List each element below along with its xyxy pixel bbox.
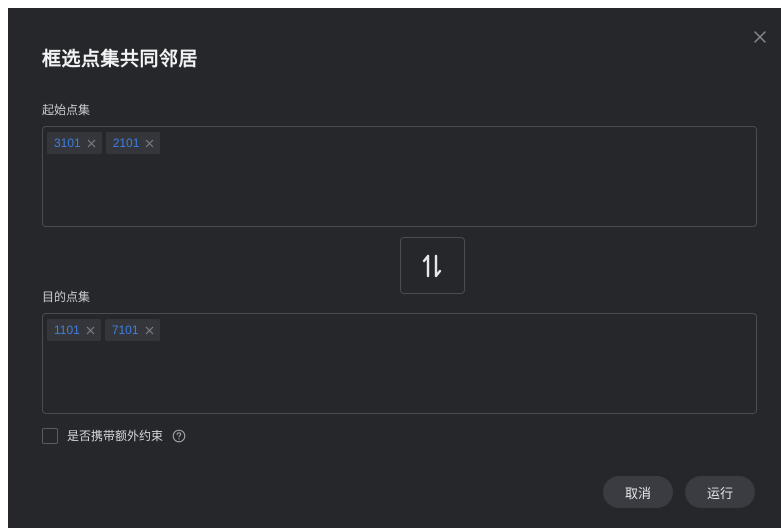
tag-label: 7101 <box>111 323 139 337</box>
tag: 2101 <box>105 132 161 154</box>
dialog: 框选点集共同邻居 起始点集 3101 2101 目的点集 1101 7101 是… <box>8 8 781 528</box>
swap-sets-button[interactable] <box>400 237 465 294</box>
source-set-label: 起始点集 <box>42 103 91 117</box>
dialog-title: 框选点集共同邻居 <box>42 48 199 70</box>
target-set-input[interactable]: 1101 7101 <box>42 313 757 414</box>
tag: 1101 <box>47 319 101 341</box>
extra-constraint-checkbox[interactable] <box>42 427 58 444</box>
tag-remove-icon[interactable] <box>87 139 96 148</box>
tag-label: 3101 <box>54 136 81 150</box>
extra-constraint-label: 是否携带额外约束 <box>67 429 164 443</box>
extra-constraint-row: 是否携带额外约束 <box>42 427 186 444</box>
tag: 3101 <box>47 132 102 154</box>
target-set-label: 目的点集 <box>42 290 91 304</box>
run-button[interactable]: 运行 <box>685 476 755 508</box>
source-set-input[interactable]: 3101 2101 <box>42 126 757 227</box>
tag-remove-icon[interactable] <box>145 326 154 335</box>
help-icon[interactable] <box>172 429 186 443</box>
close-button[interactable] <box>751 28 769 46</box>
tag: 7101 <box>104 319 160 341</box>
swap-arrows-icon <box>422 254 441 277</box>
close-icon <box>754 31 766 43</box>
cancel-button[interactable]: 取消 <box>603 476 673 508</box>
tag-remove-icon[interactable] <box>145 139 154 148</box>
tag-label: 2101 <box>112 136 140 150</box>
tag-remove-icon[interactable] <box>86 326 95 335</box>
tag-label: 1101 <box>54 323 80 337</box>
